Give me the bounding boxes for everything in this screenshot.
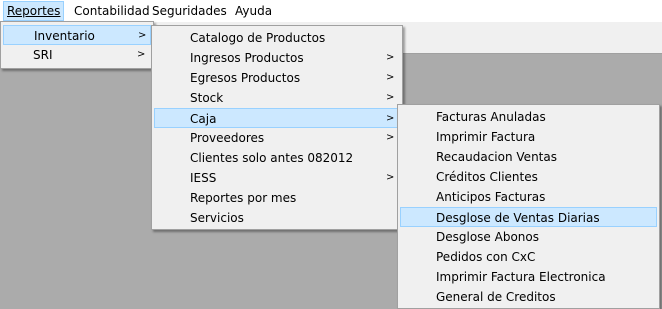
- chevron-right-icon: >: [138, 30, 147, 41]
- menu-item-label: Facturas Anuladas: [436, 110, 546, 124]
- menu-item-label: Clientes solo antes 082012: [190, 151, 354, 165]
- menu-item-label: Imprimir Factura: [436, 130, 536, 144]
- menu-item-anticipos-facturas[interactable]: Anticipos Facturas: [400, 187, 657, 207]
- chevron-right-icon: >: [386, 72, 395, 83]
- chevron-right-icon: >: [386, 172, 395, 183]
- menu-item-inventario-label: Inventario: [34, 29, 95, 43]
- menu-item-pedidos-cxc[interactable]: Pedidos con CxC: [400, 247, 657, 267]
- chevron-right-icon: >: [137, 49, 146, 60]
- menu-item-iess[interactable]: IESS >: [154, 168, 400, 188]
- menu-item-label: IESS: [190, 171, 217, 185]
- menu-item-catalogo[interactable]: Catalogo de Productos: [154, 28, 400, 48]
- menu-reportes[interactable]: Reportes: [3, 1, 65, 21]
- menu-bar: Reportes Contabilidad Seguridades Ayuda: [0, 0, 662, 22]
- menu-item-facturas-anuladas[interactable]: Facturas Anuladas: [400, 107, 657, 127]
- menu-item-label: Recaudacion Ventas: [436, 150, 557, 164]
- menu-item-label: Proveedores: [190, 131, 265, 145]
- menu-item-label: Anticipos Facturas: [436, 190, 546, 204]
- caja-submenu: Facturas Anuladas Imprimir Factura Recau…: [397, 104, 660, 309]
- inventario-submenu: Catalogo de Productos Ingresos Productos…: [151, 25, 403, 230]
- menu-item-sri-label: SRI: [33, 48, 53, 62]
- menu-reportes-label: Reportes: [7, 4, 61, 18]
- menu-item-sri[interactable]: SRI >: [3, 45, 151, 65]
- menu-item-stock[interactable]: Stock >: [154, 88, 400, 108]
- menu-item-proveedores[interactable]: Proveedores >: [154, 128, 400, 148]
- menu-item-clientes[interactable]: Clientes solo antes 082012: [154, 148, 400, 168]
- menu-item-label: Créditos Clientes: [436, 170, 538, 184]
- menu-item-creditos-clientes[interactable]: Créditos Clientes: [400, 167, 657, 187]
- menu-item-inventario[interactable]: Inventario >: [3, 25, 151, 45]
- menu-item-caja[interactable]: Caja >: [154, 108, 400, 128]
- menu-item-label: Caja: [190, 112, 217, 126]
- menu-item-label: Ingresos Productos: [190, 51, 304, 65]
- menu-item-label: General de Creditos: [436, 290, 556, 304]
- menu-item-ingresos[interactable]: Ingresos Productos >: [154, 48, 400, 68]
- chevron-right-icon: >: [386, 92, 395, 103]
- menu-item-label: Stock: [190, 91, 224, 105]
- chevron-right-icon: >: [386, 52, 395, 63]
- menu-item-label: Desglose de Ventas Diarias: [436, 211, 600, 225]
- reportes-menu: Inventario > SRI >: [0, 21, 154, 69]
- menu-item-label: Pedidos con CxC: [436, 250, 536, 264]
- menu-item-reportes-mes[interactable]: Reportes por mes: [154, 188, 400, 208]
- menu-item-label: Catalogo de Productos: [190, 31, 326, 45]
- menu-item-servicios[interactable]: Servicios: [154, 208, 400, 228]
- menu-item-recaudacion-ventas[interactable]: Recaudacion Ventas: [400, 147, 657, 167]
- menu-item-desglose-ventas-diarias[interactable]: Desglose de Ventas Diarias: [400, 207, 657, 227]
- menu-item-egresos[interactable]: Egresos Productos >: [154, 68, 400, 88]
- menu-item-label: Servicios: [190, 211, 244, 225]
- menu-item-label: Imprimir Factura Electronica: [436, 270, 606, 284]
- menu-item-imprimir-factura-electronica[interactable]: Imprimir Factura Electronica: [400, 267, 657, 287]
- menu-item-imprimir-factura[interactable]: Imprimir Factura: [400, 127, 657, 147]
- menu-item-label: Reportes por mes: [190, 191, 297, 205]
- chevron-right-icon: >: [386, 113, 395, 124]
- menu-item-desglose-abonos[interactable]: Desglose Abonos: [400, 227, 657, 247]
- chevron-right-icon: >: [386, 132, 395, 143]
- menu-contabilidad[interactable]: Contabilidad: [71, 2, 153, 20]
- menu-item-general-creditos[interactable]: General de Creditos: [400, 287, 657, 307]
- menu-item-label: Egresos Productos: [190, 71, 301, 85]
- menu-seguridades[interactable]: Seguridades: [149, 2, 230, 20]
- menu-item-label: Desglose Abonos: [436, 230, 539, 244]
- menu-ayuda[interactable]: Ayuda: [232, 2, 275, 20]
